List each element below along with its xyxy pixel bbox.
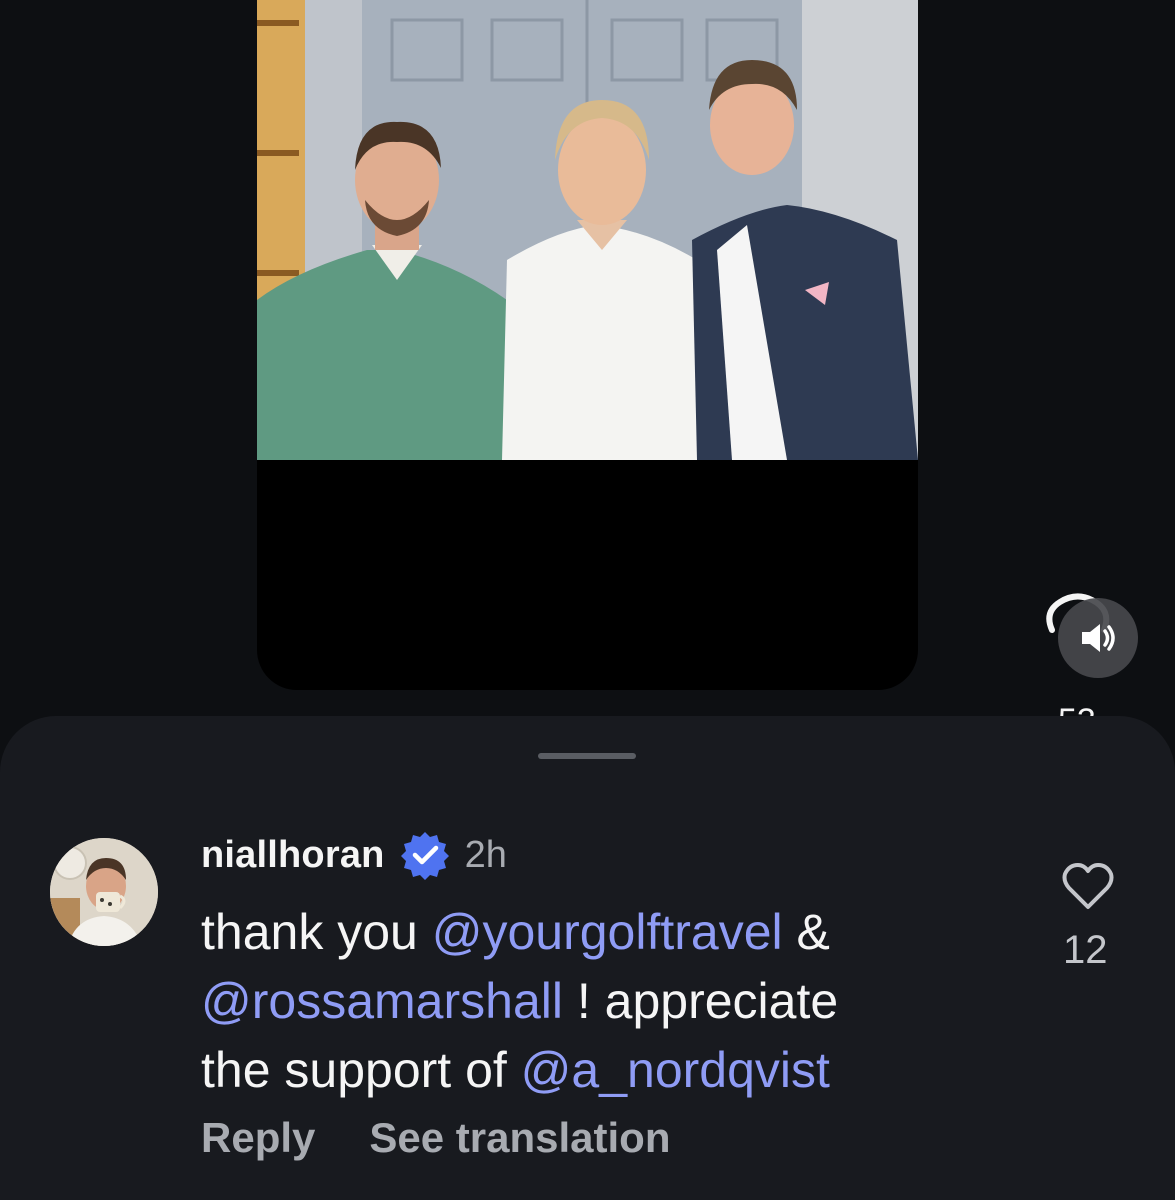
sheet-drag-handle[interactable] [538,753,636,759]
comment-header: niallhoran 2h [201,830,507,880]
comment-actions: Reply See translation [201,1114,670,1162]
post-photo[interactable] [257,0,918,460]
mention-yourgolftravel[interactable]: @yourgolftravel [432,904,783,960]
comment-text-segment: the support of [201,1042,521,1098]
like-button[interactable] [1061,862,1115,912]
speaker-icon [1082,624,1115,652]
comment-text-segment: ! appreciate [562,973,839,1029]
verified-badge-icon [400,832,449,880]
comment-text-segment: & [782,904,830,960]
see-translation-button[interactable]: See translation [369,1114,670,1162]
comment-text-segment: thank you [201,904,432,960]
group-photo-image [257,0,918,460]
comment-text: thank you @yourgolftravel & @rossamarsha… [201,898,1001,1105]
comment-timestamp: 2h [464,833,507,876]
comments-sheet: niallhoran 2h thank you @yourgolftravel … [0,716,1175,1200]
mute-toggle-button[interactable] [1058,598,1138,678]
mention-a-nordqvist[interactable]: @a_nordqvist [521,1042,830,1098]
avatar-image [50,838,158,946]
post-media-card[interactable] [257,0,918,690]
mention-rossamarshall[interactable]: @rossamarshall [201,973,563,1029]
comment-username[interactable]: niallhoran [201,834,385,877]
avatar[interactable] [50,838,158,946]
like-count: 12 [1063,928,1108,972]
heart-icon [1062,863,1114,909]
reply-button[interactable]: Reply [201,1114,315,1162]
threads-post-screen: 53 niallhoran [0,0,1175,1200]
